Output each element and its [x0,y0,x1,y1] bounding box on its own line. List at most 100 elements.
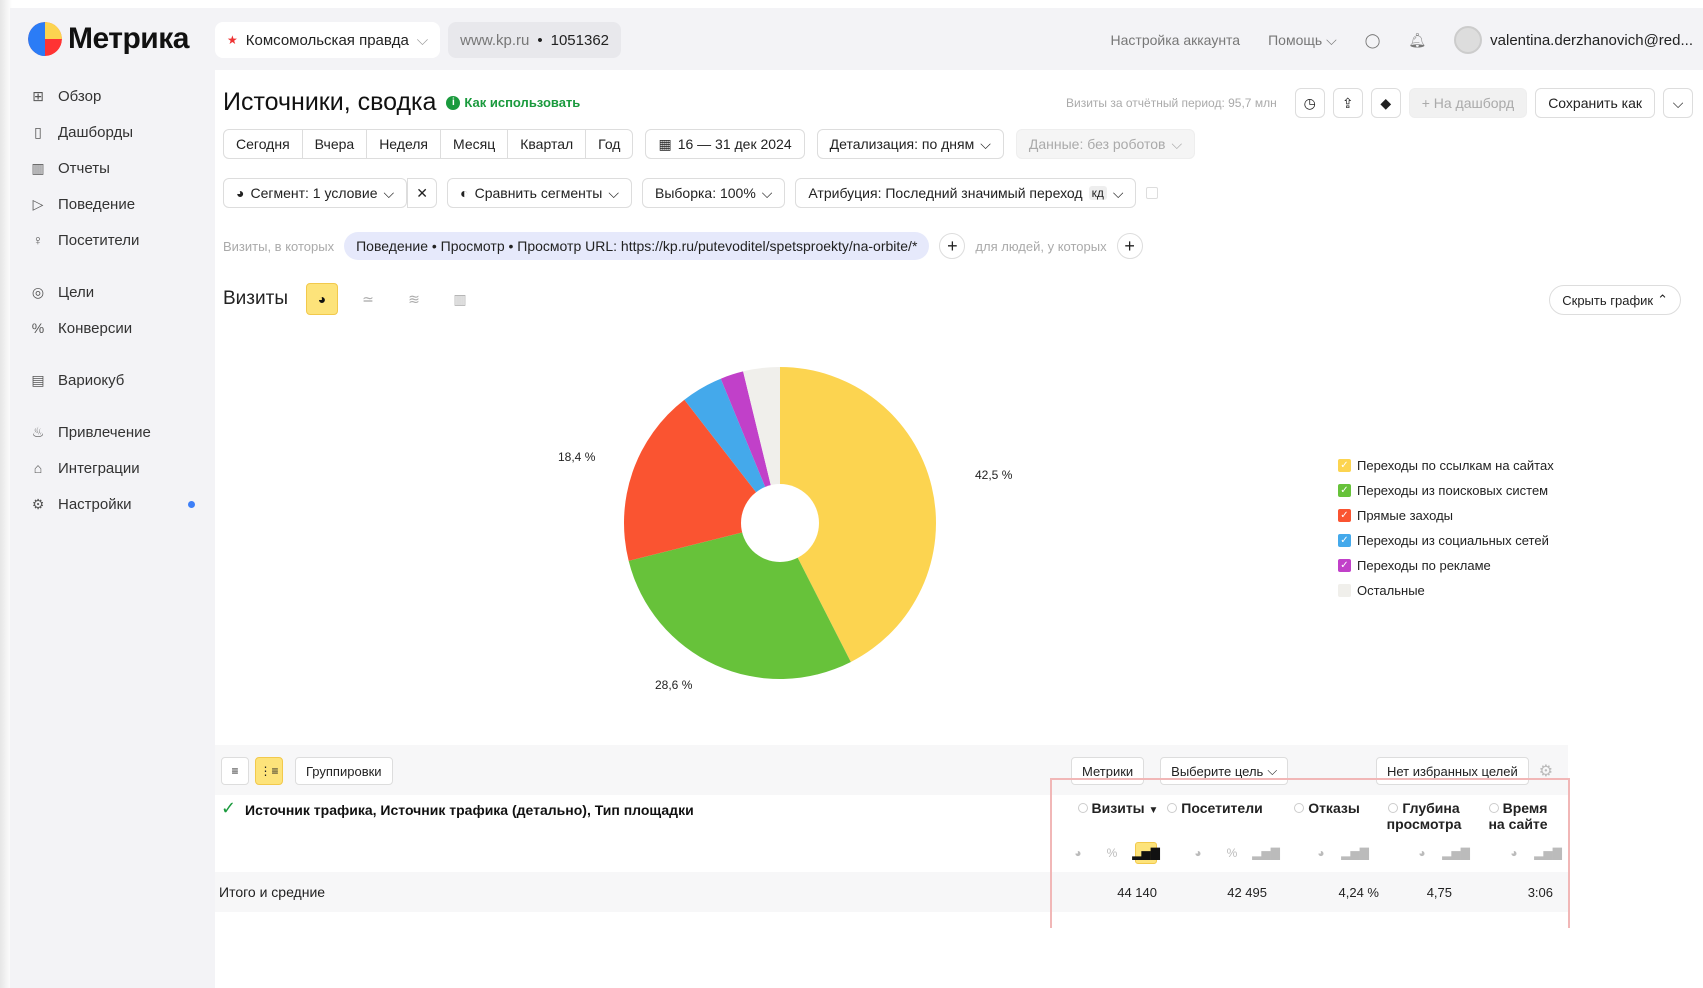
counter-selector[interactable]: ★ Комсомольская правда ⌵ [215,22,441,58]
total-depth: 4,75 [1426,885,1452,900]
save-as-button[interactable]: Сохранить как [1535,88,1655,118]
share-icon: ⇪ [1341,94,1354,111]
segment-row: ◕ Сегмент: 1 условие ⌵ ✕ ◐ Сравнить сегм… [223,178,1159,208]
export-button[interactable]: ⇪ [1332,88,1363,118]
sidebar-item-behavior[interactable]: ▷ Поведение [30,186,195,222]
radio-icon [1167,803,1178,813]
date-range-picker[interactable]: ▦ 16 — 31 дек 2024 [645,129,805,159]
bar-icon[interactable]: ▂▅▇ [1252,842,1280,864]
legend-item[interactable]: Остальные [1338,578,1554,603]
period-quarter[interactable]: Квартал [508,130,587,158]
legend-item[interactable]: ✓ Переходы по рекламе [1338,553,1554,578]
save-as-dropdown[interactable]: ⌵ [1663,88,1693,118]
gear-icon: ⚙ [31,496,45,512]
chevron-down-icon: ⌵ [1171,135,1183,152]
sidebar-item-conversions[interactable]: % Конверсии [30,310,195,346]
compare-segments-dropdown[interactable]: ◐ Сравнить сегменты ⌵ [447,178,632,208]
sidebar-item-dashboards[interactable]: ▯ Дашборды [30,114,195,150]
legend-item[interactable]: ✓ Переходы из социальных сетей [1338,528,1554,553]
person-icon: ♀ [32,232,44,248]
hide-chart-button[interactable]: Скрыть график ⌃ [1549,285,1681,315]
area-chart-type-button[interactable]: ≋ [398,283,430,315]
metric-header-visits[interactable]: Визиты ▼ [1073,800,1163,819]
pie-icon[interactable]: ◕ [1503,842,1525,864]
pie-icon[interactable]: ◕ [1187,842,1209,864]
period-today[interactable]: Сегодня [224,130,303,158]
legend-item[interactable]: ✓ Переходы по ссылкам на сайтах [1338,453,1554,478]
pie-chart-type-button[interactable]: ◕ [305,283,338,315]
period-week[interactable]: Неделя [367,130,442,158]
play-icon: ▷ [32,196,44,212]
sidebar-item-label: Отчеты [58,159,110,177]
add-to-dashboard-button[interactable]: + На дашборд [1408,88,1528,118]
cross-device-checkbox[interactable] [1146,187,1159,199]
metrics-button[interactable]: Метрики [1071,757,1145,785]
bar-icon[interactable]: ▂▅▇ [1534,842,1562,864]
gear-icon[interactable]: ⚙ [1539,761,1553,781]
chat-icon[interactable]: ◯ [1365,32,1381,49]
sidebar-item-integrations[interactable]: ⌂ Интеграции [30,450,195,486]
choose-goal-label: Выберите цель [1171,763,1264,779]
detail-dropdown[interactable]: Детализация: по дням ⌵ [816,129,1004,159]
check-icon[interactable]: ✓ [221,798,236,819]
account-settings-link[interactable]: Настройка аккаунта [1111,32,1241,48]
sidebar-item-settings[interactable]: ⚙ Настройки [30,486,195,522]
legend-check-icon: ✓ [1338,509,1351,522]
percent-icon[interactable]: % [1101,842,1123,864]
bell-icon[interactable]: 🔔︎ [1408,32,1426,49]
bar-chart-type-button[interactable]: ▥ [444,283,476,315]
metric-header-depth[interactable]: Глубина просмотра [1383,800,1465,832]
choose-goal-dropdown[interactable]: Выберите цель ⌵ [1160,757,1289,785]
legend-label: Остальные [1357,583,1425,598]
legend-label: Переходы из социальных сетей [1357,533,1549,548]
sidebar-item-variocube[interactable]: ▤ Вариокуб [30,362,195,398]
metric-header-visitors[interactable]: Посетители [1165,800,1265,816]
bar-icon[interactable]: ▂▅▇ [1341,842,1369,864]
bar-icon[interactable]: ▂▅▇ [1442,842,1470,864]
legend-item[interactable]: ✓ Прямые заходы [1338,503,1554,528]
how-to-use-link[interactable]: i Как использовать [446,95,580,110]
user-menu[interactable]: valentina.derzhanovich@red... [1454,26,1693,54]
logo[interactable]: Метрика [28,22,189,56]
data-mode-dropdown[interactable]: Данные: без роботов ⌵ [1015,129,1196,159]
legend-item[interactable]: ✓ Переходы из поисковых систем [1338,478,1554,503]
add-visit-condition-button[interactable]: + [939,233,966,259]
pie-icon[interactable]: ◕ [1411,842,1433,864]
metrika-logo-icon [28,22,62,56]
favorite-goals-button[interactable]: Нет избранных целей [1376,757,1529,785]
filter-condition-chip[interactable]: Поведение • Просмотр • Просмотр URL: htt… [344,232,930,260]
sidebar-item-visitors[interactable]: ♀ Посетители [30,222,195,258]
attribution-dropdown[interactable]: Атрибуция: Последний значимый переход кд… [795,178,1137,208]
counter-id: 1051362 [550,31,610,49]
help-menu[interactable]: Помощь ⌵ [1268,32,1337,49]
line-chart-type-button[interactable]: ≃ [352,283,384,315]
segment-dropdown[interactable]: ◕ Сегмент: 1 условие ⌵ [223,178,408,208]
tree-view-button[interactable]: ⋮≡ [255,757,283,785]
clear-segment-button[interactable]: ✕ [407,178,438,208]
bar-icon[interactable]: ▂▅▇ [1132,842,1160,864]
list-view-button[interactable]: ≡ [221,757,249,785]
sidebar-item-overview[interactable]: ⊞ Обзор [30,78,195,114]
groupings-button[interactable]: Группировки [295,757,393,785]
add-people-condition-button[interactable]: + [1116,233,1143,259]
data-label-search: 28,6 % [655,678,693,692]
bars-icon: ▥ [453,290,467,307]
sidebar-item-acquisition[interactable]: ♨ Привлечение [30,414,195,450]
sidebar-item-goals[interactable]: ◎ Цели [30,274,195,310]
period-month[interactable]: Месяц [441,130,509,158]
user-email: valentina.derzhanovich@red... [1490,31,1693,49]
pie-icon[interactable]: ◕ [1067,842,1089,864]
segments-button[interactable]: ◆ [1370,88,1401,118]
how-to-use-label: Как использовать [464,95,581,110]
sample-dropdown[interactable]: Выборка: 100% ⌵ [641,178,786,208]
history-button[interactable]: ◷ [1294,88,1325,118]
metric-header-time[interactable]: Время на сайте [1483,800,1553,832]
dimension-header[interactable]: Источник трафика, Источник трафика (дета… [245,802,694,818]
sidebar-item-reports[interactable]: ▥ Отчеты [30,150,195,186]
site-chip[interactable]: www.kp.ru • 1051362 [448,22,622,58]
pie-icon[interactable]: ◕ [1310,842,1332,864]
metric-header-bounces[interactable]: Отказы [1287,800,1367,816]
percent-icon[interactable]: % [1221,842,1243,864]
period-yesterday[interactable]: Вчера [303,130,368,158]
period-year[interactable]: Год [586,130,632,158]
